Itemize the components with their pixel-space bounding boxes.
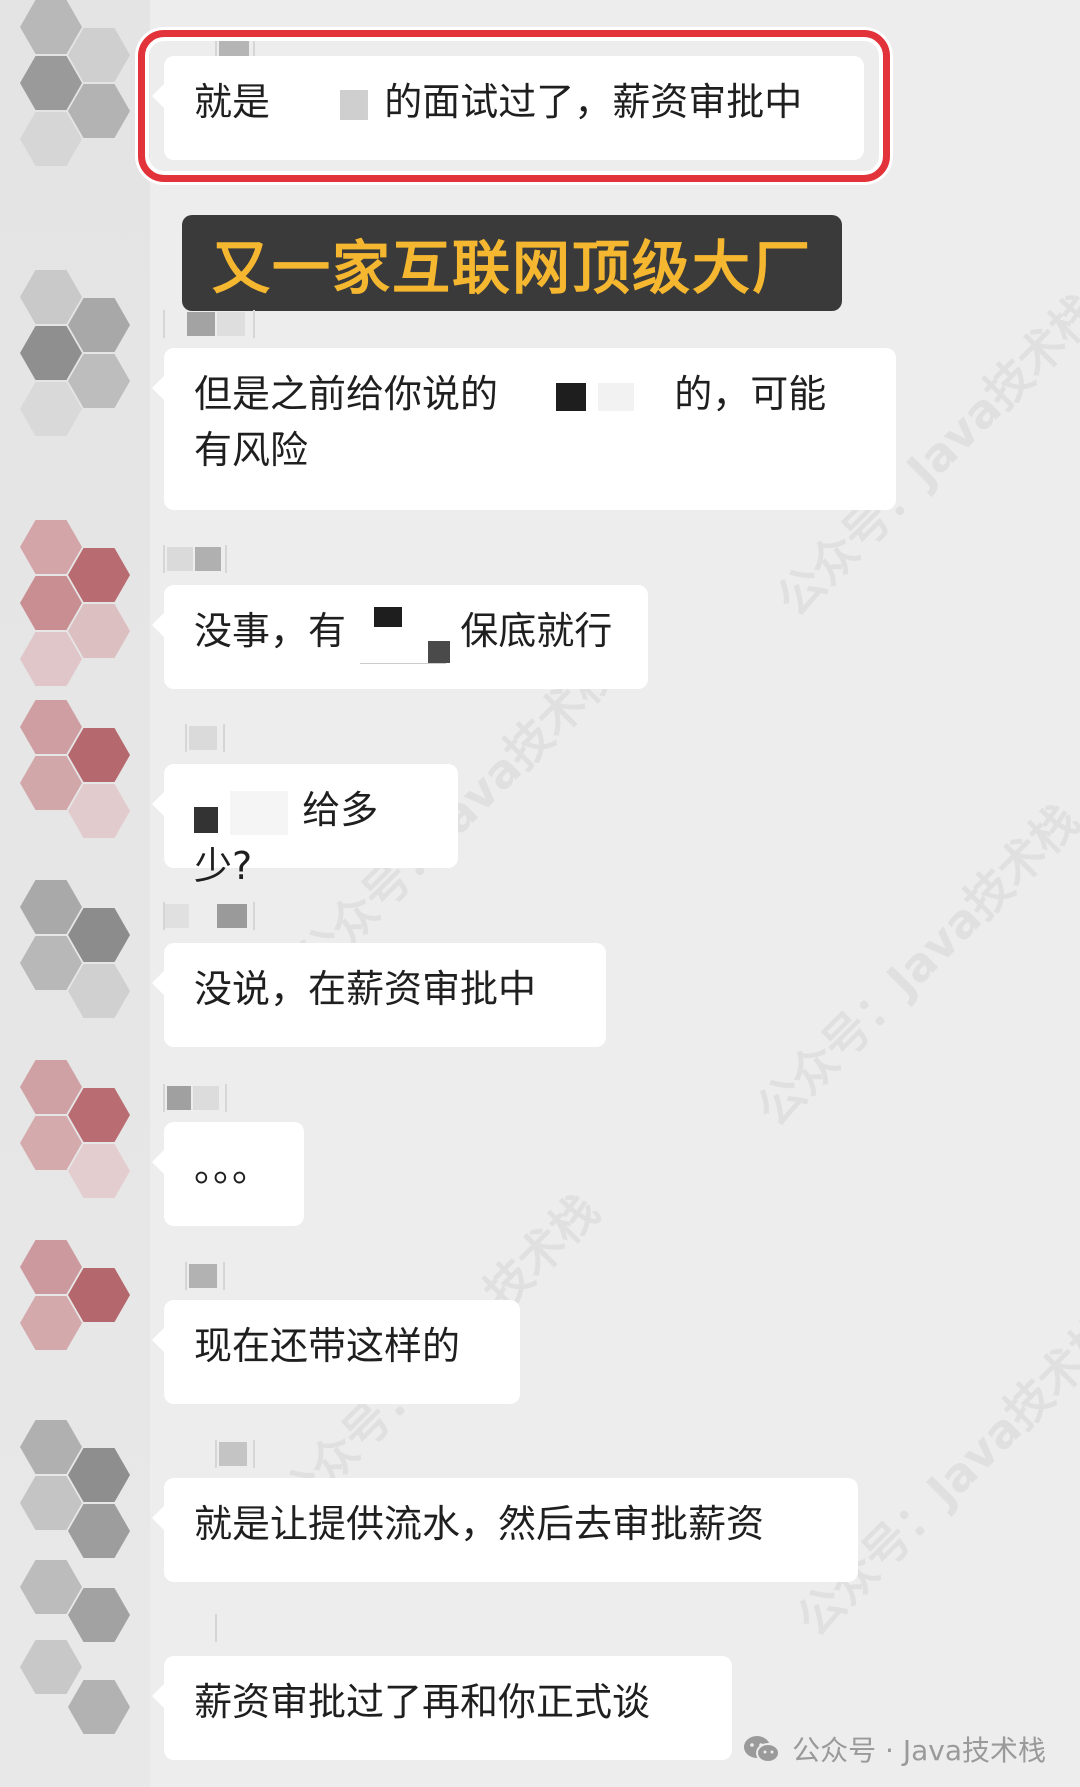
message-bubble[interactable]: 没事，有 保底就行 bbox=[152, 585, 648, 689]
redacted-company bbox=[556, 382, 587, 411]
footer-label: 公众号 · Java技术栈 bbox=[792, 1734, 1046, 1767]
message-text: 没说，在薪资审批中 bbox=[194, 967, 537, 1011]
sender-name bbox=[185, 724, 225, 752]
message-text: 但是之前给你说的 bbox=[194, 372, 499, 416]
sender-name bbox=[163, 310, 255, 338]
sender-name bbox=[185, 1262, 225, 1290]
caption-banner: 又一家互联网顶级大厂 bbox=[182, 215, 842, 311]
redacted-company bbox=[598, 382, 635, 411]
message-text: 保底就行 bbox=[460, 609, 613, 653]
message-text: 现在还带这样的 bbox=[194, 1324, 461, 1368]
sender-name bbox=[215, 1614, 253, 1642]
watermark: 公众号：Java技术栈 bbox=[746, 793, 1080, 1137]
highlight-frame bbox=[138, 30, 890, 182]
message-bubble[interactable]: 。。。 bbox=[152, 1122, 304, 1226]
watermark: 公众号：Java技术栈 bbox=[786, 1303, 1080, 1647]
message-bubble[interactable]: 但是之前给你说的 的，可能 有风险 bbox=[152, 348, 896, 510]
sender-name bbox=[215, 1440, 255, 1468]
message-text: 。。。 bbox=[194, 1146, 271, 1190]
redacted-company bbox=[230, 790, 289, 835]
sender-name bbox=[163, 902, 255, 930]
message-text: 没事，有 bbox=[194, 609, 347, 653]
sender-name bbox=[163, 1084, 227, 1112]
sender-name bbox=[163, 545, 227, 573]
message-bubble[interactable]: 没说，在薪资审批中 bbox=[152, 943, 606, 1047]
message-bubble[interactable]: 现在还带这样的 bbox=[152, 1300, 520, 1404]
redacted-company bbox=[194, 806, 218, 833]
message-bubble[interactable]: 薪资审批过了再和你正式谈 bbox=[152, 1656, 732, 1760]
footer-attribution: 公众号 · Java技术栈 bbox=[742, 1729, 1046, 1769]
message-text: 就是让提供流水，然后去审批薪资 bbox=[194, 1502, 765, 1546]
message-line: 有风险 bbox=[194, 428, 309, 472]
message-line: 但是之前给你说的 的，可能 bbox=[194, 366, 866, 422]
avatar-column bbox=[0, 0, 150, 1787]
wechat-icon bbox=[744, 1736, 781, 1763]
redacted-company bbox=[360, 603, 451, 664]
message-bubble[interactable]: 给多少? bbox=[152, 764, 458, 888]
message-text: 薪资审批过了再和你正式谈 bbox=[194, 1680, 651, 1724]
message-text: 的，可能 bbox=[674, 372, 827, 416]
message-bubble[interactable]: 就是让提供流水，然后去审批薪资 bbox=[152, 1478, 858, 1582]
